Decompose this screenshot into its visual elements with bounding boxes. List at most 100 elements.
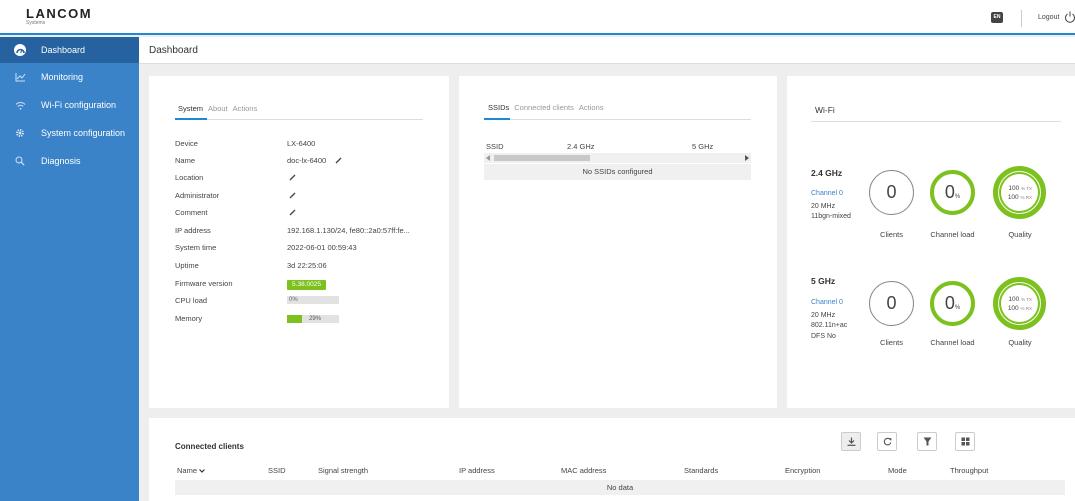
scroll-left-icon[interactable] [486, 155, 491, 161]
tab-divider [484, 119, 751, 120]
band-5ghz-mode: 802.11n+ac [811, 322, 848, 329]
refresh-icon [883, 437, 891, 446]
download-button[interactable] [841, 432, 861, 451]
band-2-4ghz-title: 2.4 GHz [811, 168, 843, 178]
percent-sign: % [954, 194, 961, 200]
grid-icon [961, 437, 969, 446]
memory-label: Memory [175, 314, 203, 323]
ip-address-column-header[interactable]: IP address [459, 466, 495, 475]
sidebar-item-label: Wi-Fi configuration [41, 100, 117, 110]
ssid-panel [459, 76, 777, 408]
power-icon[interactable] [1064, 11, 1075, 23]
band-5ghz-channel[interactable]: Channel 0 [811, 299, 843, 306]
comment-label: Comment [175, 208, 208, 217]
page-title: Dashboard [149, 45, 198, 56]
name-column-header[interactable]: Name [177, 466, 206, 475]
band-2-4ghz-mode: 11bgn-mixed [811, 213, 851, 220]
device-value: LX-6400 [287, 139, 316, 148]
search-icon [14, 155, 26, 167]
throughput-column-header[interactable]: Throughput [950, 466, 988, 475]
dashboard-icon [14, 44, 26, 56]
quality-tx-row: 100 % TX [997, 295, 1032, 304]
logout-link[interactable]: Logout [1038, 14, 1059, 21]
divider [1021, 10, 1022, 27]
columns-button[interactable] [955, 432, 975, 451]
quality-2-4ghz-values: 100 % TX 100 % RX [997, 184, 1032, 202]
administrator-label: Administrator [175, 191, 220, 200]
wifi-panel-title: Wi-Fi [815, 105, 835, 115]
name-label: Name [175, 156, 196, 165]
band-5ghz-width: 20 MHz [811, 312, 836, 319]
band-2-4ghz-channel[interactable]: Channel 0 [811, 190, 843, 197]
wifi-title-divider [811, 121, 1061, 122]
memory-value: 29% [309, 316, 322, 322]
ssid-column-header[interactable]: SSID [268, 466, 286, 475]
memory-bar: 29% [287, 315, 339, 323]
language-button[interactable]: EN [991, 12, 1003, 23]
active-tab-indicator [484, 118, 510, 120]
lancom-logo[interactable]: LANCOM Systems [26, 6, 93, 26]
quality-rx-row: 100 % RX [997, 304, 1032, 313]
tab-system[interactable]: System [178, 104, 203, 113]
ip-address-value: 192.168.1.130/24, fe80::2a0:57ff:fe... [287, 226, 410, 235]
tab-actions[interactable]: Actions [233, 104, 258, 113]
uptime-value: 3d 22:25:06 [287, 261, 327, 270]
refresh-button[interactable] [877, 432, 897, 451]
cpu-load-value: 0% [289, 297, 298, 303]
channel-load-5ghz-value: 0% [930, 293, 975, 314]
quality-tx-row: 100 % TX [997, 184, 1032, 193]
firmware-version-badge: 5.38.0025 [287, 280, 326, 290]
chevron-down-icon [199, 469, 206, 473]
sidebar-item-diagnosis[interactable]: Diagnosis [0, 148, 139, 174]
logo-text: LANCOM [26, 6, 93, 21]
tab-connected-clients[interactable]: Connected clients [514, 103, 574, 112]
filter-button[interactable] [917, 432, 937, 451]
device-label: Device [175, 139, 198, 148]
ip-address-label: IP address [175, 226, 211, 235]
standards-column-header[interactable]: Standards [684, 466, 718, 475]
connected-clients-title: Connected clients [175, 442, 244, 451]
sidebar-item-monitoring[interactable]: Monitoring [0, 64, 139, 90]
edit-name-icon[interactable] [335, 157, 342, 164]
tab-divider [175, 119, 423, 120]
quality-rx-value: 100 [1007, 305, 1019, 312]
encryption-column-header[interactable]: Encryption [785, 466, 820, 475]
quality-label: Quality [1008, 338, 1032, 347]
ssid-column-header[interactable]: SSID [486, 142, 504, 151]
tab-ssids[interactable]: SSIDs [488, 103, 509, 112]
sidebar: Dashboard Monitoring Wi-Fi configuration… [0, 37, 139, 501]
clients-5ghz-value: 0 [886, 293, 897, 313]
sidebar-item-wifi-configuration[interactable]: Wi-Fi configuration [0, 92, 139, 118]
sidebar-item-dashboard[interactable]: Dashboard [0, 37, 139, 63]
edit-location-icon[interactable] [289, 174, 296, 181]
sidebar-item-label: Monitoring [41, 72, 84, 82]
system-time-label: System time [175, 243, 217, 252]
uptime-label: Uptime [175, 261, 199, 270]
signal-strength-column-header[interactable]: Signal strength [318, 466, 368, 475]
edit-administrator-icon[interactable] [289, 192, 296, 199]
tab-about[interactable]: About [208, 104, 228, 113]
active-tab-indicator [175, 118, 207, 120]
mode-column-header[interactable]: Mode [888, 466, 907, 475]
clients-2-4ghz-value: 0 [886, 182, 897, 202]
download-icon [847, 437, 855, 446]
quality-rx-row: 100 % RX [997, 193, 1032, 202]
clients-label: Clients [880, 338, 903, 347]
memory-fill [287, 315, 303, 323]
quality-tx-value: 100 [1008, 185, 1020, 192]
rx-unit: % RX [1020, 195, 1032, 200]
percent-sign: % [954, 305, 961, 311]
system-panel [149, 76, 449, 408]
edit-comment-icon[interactable] [289, 209, 296, 216]
2-4ghz-column-header[interactable]: 2.4 GHz [567, 142, 595, 151]
chart-icon [14, 71, 26, 83]
scroll-right-icon[interactable] [744, 155, 749, 161]
5ghz-column-header[interactable]: 5 GHz [692, 142, 713, 151]
band-2-4ghz-width: 20 MHz [811, 203, 836, 210]
mac-address-column-header[interactable]: MAC address [561, 466, 606, 475]
ssid-tabs: SSIDs Connected clients Actions [488, 103, 604, 112]
scrollbar-thumb[interactable] [494, 155, 590, 161]
tab-actions[interactable]: Actions [579, 103, 604, 112]
sidebar-item-system-configuration[interactable]: System configuration [0, 120, 139, 146]
filter-icon [923, 437, 931, 446]
